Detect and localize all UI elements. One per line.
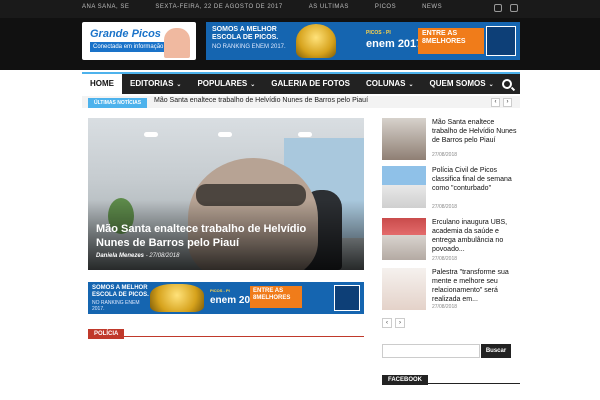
banner-subline: NO RANKING ENEM 2017. — [212, 44, 286, 50]
banner-orange-text: ENTRE AS 8MELHORES — [253, 288, 291, 301]
search-icon[interactable] — [502, 79, 512, 89]
ticker-prev-button[interactable]: ‹ — [491, 98, 500, 107]
banner-enem-word: enem — [210, 295, 237, 306]
banner-enem: PICOS - PI enem 2017 — [366, 28, 422, 50]
featured-date: 27/08/2018 — [149, 253, 180, 259]
banner-headline: SOMOS A MELHOR ESCOLA DE PICOS. — [92, 285, 149, 298]
banner-orange-text: ENTRE AS 8MELHORES — [422, 30, 466, 45]
list-item-title[interactable]: Palestra "transforme sua mente e melhore… — [432, 268, 520, 304]
youtube-icon[interactable] — [510, 4, 518, 12]
ceiling-light — [144, 132, 158, 137]
list-item-title[interactable]: Polícia Civil de Picos classifica final … — [432, 166, 520, 193]
social-icons — [494, 4, 518, 12]
nav-label: HOME — [90, 79, 114, 88]
ticker-next-button[interactable]: › — [503, 98, 512, 107]
nav-label: EDITORIAS — [130, 79, 174, 88]
nav-colunas[interactable]: COLUNAS ⌄ — [358, 74, 422, 94]
top-link[interactable]: PICOS — [375, 4, 396, 10]
mid-ad-banner[interactable]: SOMOS A MELHOR ESCOLA DE PICOS. NO RANKI… — [88, 282, 364, 314]
top-link[interactable]: NEWS — [422, 4, 442, 10]
list-item-date: 27/08/2018 — [432, 152, 458, 158]
nav-label: COLUNAS — [365, 79, 406, 88]
section-divider — [88, 336, 364, 337]
ticker-controls: ‹ › — [491, 98, 512, 107]
banner-headline: SOMOS A MELHOR ESCOLA DE PICOS. — [212, 26, 279, 41]
chevron-down-icon: ⌄ — [408, 82, 414, 88]
list-item-date: 27/08/2018 — [432, 256, 458, 262]
nav-quem-somos[interactable]: QUEM SOMOS ⌄ — [422, 74, 502, 94]
logo-tagline: Conectada em informação — [90, 42, 167, 52]
sidebar-pagination: ‹ › — [382, 318, 405, 328]
logo-person-image — [164, 28, 190, 58]
top-links: ANA SANA, SE SEXTA-FEIRA, 22 DE AGOSTO D… — [82, 4, 442, 10]
top-bar: ANA SANA, SE SEXTA-FEIRA, 22 DE AGOSTO D… — [0, 0, 600, 18]
list-item-date: 27/08/2018 — [432, 204, 458, 210]
nav-editorias[interactable]: EDITORIAS ⌄ — [122, 74, 189, 94]
featured-author[interactable]: Daniela Menezes — [96, 253, 144, 259]
top-link[interactable]: ANA SANA, SE — [82, 4, 129, 10]
list-item[interactable]: Polícia Civil de Picos classifica final … — [382, 166, 520, 224]
article-thumbnail[interactable] — [382, 166, 426, 208]
nav-label: GALERIA DE FOTOS — [271, 79, 350, 88]
featured-meta: Daniela Menezes - 27/08/2018 — [96, 253, 180, 259]
top-link[interactable]: AS ULTIMAS — [309, 4, 349, 10]
trophy-icon — [150, 284, 204, 312]
header-ad-banner[interactable]: SOMOS A MELHOR ESCOLA DE PICOS. NO RANKI… — [206, 22, 520, 60]
site-header: Grande Picos Conectada em informação SOM… — [0, 18, 600, 70]
chevron-down-icon: ⌄ — [176, 82, 182, 88]
trophy-icon — [296, 24, 336, 58]
list-item-date: 27/08/2018 — [432, 304, 458, 310]
top-link: SEXTA-FEIRA, 22 DE AGOSTO DE 2017 — [155, 4, 283, 10]
facebook-divider — [382, 383, 520, 384]
chevron-down-icon: ⌄ — [488, 82, 494, 88]
article-thumbnail[interactable] — [382, 268, 426, 310]
search-input[interactable] — [382, 344, 480, 358]
chevron-down-icon: ⌄ — [250, 82, 256, 88]
site-logo[interactable]: Grande Picos Conectada em informação — [82, 22, 196, 60]
article-thumbnail[interactable] — [382, 118, 426, 160]
ticker-headline-link[interactable]: Mão Santa enaltece trabalho de Helvídio … — [154, 97, 368, 104]
article-thumbnail[interactable] — [382, 218, 426, 260]
school-logo-icon — [486, 26, 516, 56]
facebook-icon[interactable] — [494, 4, 502, 12]
sidebar-next-button[interactable]: › — [395, 318, 405, 328]
nav-label: QUEM SOMOS — [429, 79, 486, 88]
section-label-policia[interactable]: POLÍCIA — [88, 329, 125, 339]
logo-text: Grande Picos — [90, 28, 161, 40]
sidebar-prev-button[interactable]: ‹ — [382, 318, 392, 328]
news-ticker: ÚLTIMAS NOTÍCIAS Mão Santa enaltece trab… — [82, 96, 520, 108]
ceiling-light — [298, 132, 312, 137]
banner-enem-word: enem — [366, 38, 395, 50]
ticker-label: ÚLTIMAS NOTÍCIAS — [88, 98, 148, 108]
school-logo-icon — [334, 285, 360, 311]
list-item-title[interactable]: Erculano inaugura UBS, academia da saúde… — [432, 218, 520, 254]
nav-galeria[interactable]: GALERIA DE FOTOS — [263, 74, 358, 94]
featured-article[interactable]: Mão Santa enaltece trabalho de Helvídio … — [88, 118, 364, 270]
search-button[interactable]: Buscar — [481, 344, 511, 358]
banner-orange-box: ENTRE AS 8MELHORES — [250, 286, 302, 308]
banner-subline: NO RANKING ENEM 2017. — [92, 300, 140, 312]
featured-title-link[interactable]: Mão Santa enaltece trabalho de Helvídio … — [96, 222, 336, 250]
nav-home[interactable]: HOME — [82, 74, 122, 94]
nav-label: POPULARES — [197, 79, 248, 88]
main-nav: HOME EDITORIAS ⌄ POPULARES ⌄ GALERIA DE FO… — [82, 72, 520, 94]
list-item-title[interactable]: Mão Santa enaltece trabalho de Helvídio … — [432, 118, 520, 145]
banner-orange-box: ENTRE AS 8MELHORES — [418, 28, 484, 54]
ceiling-light — [218, 132, 232, 137]
nav-populares[interactable]: POPULARES ⌄ — [189, 74, 263, 94]
